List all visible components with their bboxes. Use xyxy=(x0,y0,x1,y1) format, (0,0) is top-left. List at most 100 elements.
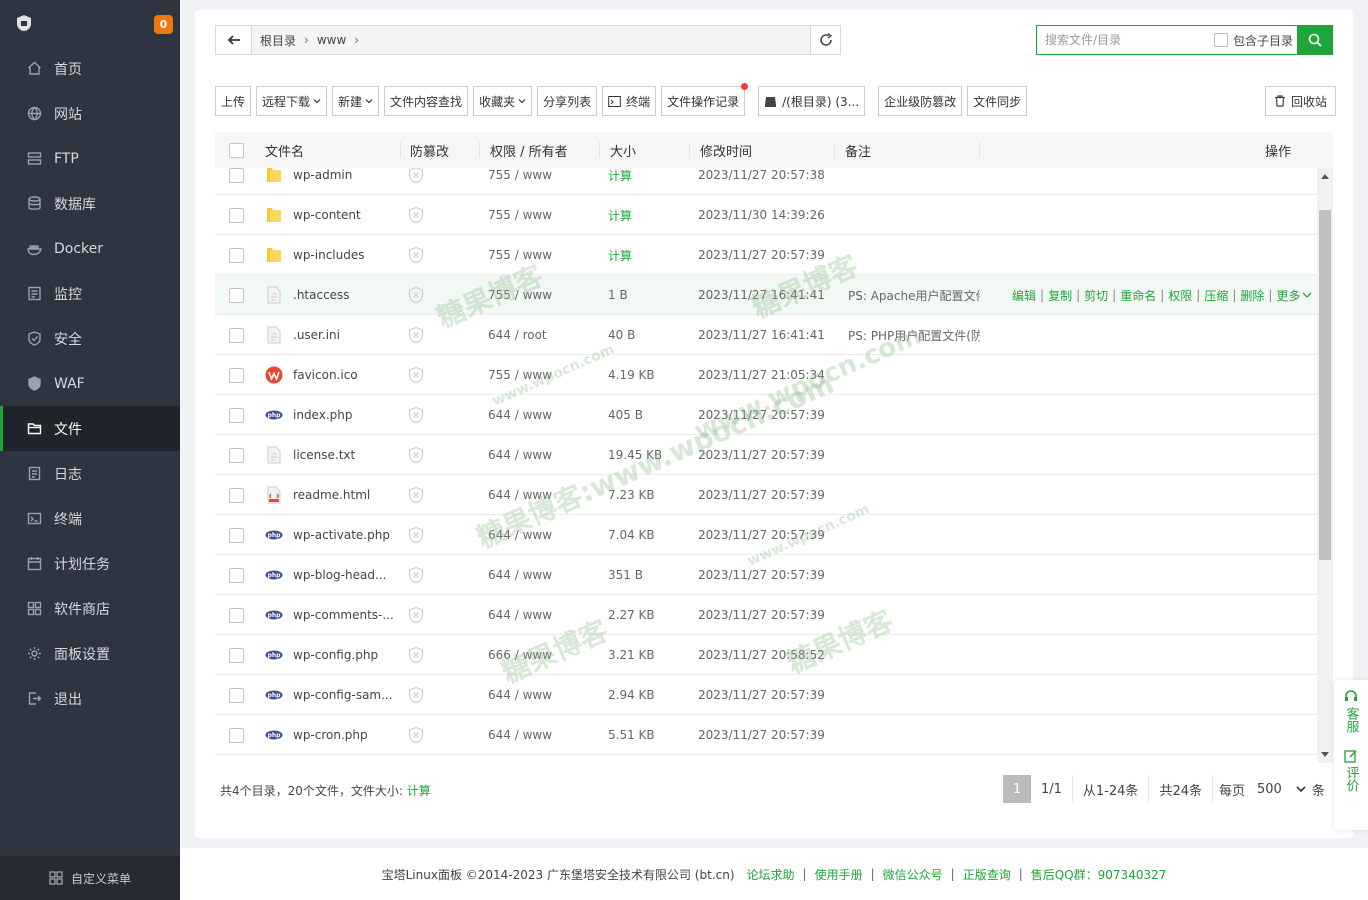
action-0[interactable]: 编辑 xyxy=(1012,287,1036,304)
row-checkbox[interactable] xyxy=(229,527,244,543)
share-list-button[interactable]: 分享列表 xyxy=(537,86,598,116)
permission-cell[interactable]: 755 / www xyxy=(488,275,552,315)
file-name-cell[interactable]: .user.ini xyxy=(265,315,405,355)
content-search-button[interactable]: 文件内容查找 xyxy=(384,86,469,116)
file-name[interactable]: wp-includes xyxy=(293,248,365,262)
table-row[interactable]: wp-admin 755 / www 计算 2023/11/27 20:57:38 xyxy=(215,168,1317,195)
row-checkbox[interactable] xyxy=(229,207,244,223)
file-name-cell[interactable]: php wp-cron.php xyxy=(265,715,405,755)
file-name-cell[interactable]: .htaccess xyxy=(265,275,405,315)
permission-cell[interactable]: 755 / www xyxy=(488,168,552,195)
note-cell[interactable] xyxy=(848,475,980,515)
permission-value[interactable]: 755 / www xyxy=(488,248,552,262)
file-name-cell[interactable]: php wp-config-sam... xyxy=(265,675,405,715)
note-cell[interactable]: PS: PHP用户配置文件(防 xyxy=(848,315,980,355)
sidebar-item-7[interactable]: WAF xyxy=(0,361,180,406)
select-all-checkbox[interactable] xyxy=(229,142,244,158)
file-name-cell[interactable]: php wp-blog-head... xyxy=(265,555,405,595)
tamper-shield-icon[interactable] xyxy=(407,486,425,504)
note-cell[interactable] xyxy=(848,595,980,635)
checkbox[interactable] xyxy=(1213,33,1228,47)
file-name[interactable]: wp-activate.php xyxy=(293,528,390,542)
file-name-cell[interactable]: wp-admin xyxy=(265,168,405,195)
row-checkbox[interactable] xyxy=(229,727,244,743)
note-cell[interactable] xyxy=(848,395,980,435)
size-cell[interactable]: 计算 xyxy=(608,168,632,195)
action-7[interactable]: 更多 xyxy=(1276,287,1300,304)
manual-link[interactable]: 使用手册 xyxy=(815,866,863,883)
note-value[interactable]: PS: PHP用户配置文件(防 xyxy=(848,327,980,344)
recycle-bin-button[interactable]: 回收站 xyxy=(1265,86,1337,116)
note-cell[interactable] xyxy=(848,555,980,595)
notification-badge[interactable]: 0 xyxy=(154,15,173,34)
row-checkbox[interactable] xyxy=(229,487,244,503)
tamper-shield-icon[interactable] xyxy=(407,168,425,184)
permission-cell[interactable]: 644 / www xyxy=(488,475,552,515)
row-checkbox[interactable] xyxy=(229,168,244,183)
note-cell[interactable] xyxy=(848,715,980,755)
tamper-shield-icon[interactable] xyxy=(407,726,425,744)
table-row[interactable]: wp-includes 755 / www 计算 2023/11/27 20:57:3… xyxy=(215,235,1317,275)
file-name[interactable]: index.php xyxy=(293,408,352,422)
tamper-shield-icon[interactable] xyxy=(407,646,425,664)
table-row[interactable]: wp-content 755 / www 计算 2023/11/30 14:39:26 xyxy=(215,195,1317,235)
note-cell[interactable] xyxy=(848,168,980,195)
row-checkbox[interactable] xyxy=(229,247,244,263)
back-button[interactable] xyxy=(216,26,252,54)
qq-group-link[interactable]: 售后QQ群：907340327 xyxy=(1031,866,1167,883)
file-name-cell[interactable]: favicon.ico xyxy=(265,355,405,395)
row-checkbox[interactable] xyxy=(229,567,244,583)
permission-cell[interactable]: 644 / www xyxy=(488,555,552,595)
scroll-up-icon[interactable] xyxy=(1321,174,1329,179)
tamper-shield-icon[interactable] xyxy=(407,526,425,544)
permission-cell[interactable]: 644 / www xyxy=(488,515,552,555)
row-checkbox[interactable] xyxy=(229,607,244,623)
file-name[interactable]: wp-cron.php xyxy=(293,728,368,742)
favorites-button[interactable]: 收藏夹 xyxy=(473,86,533,116)
header-permission[interactable]: 权限 / 所有者 xyxy=(490,132,600,168)
forum-link[interactable]: 论坛求助 xyxy=(747,866,795,883)
file-name-cell[interactable]: wp-content xyxy=(265,195,405,235)
note-cell[interactable] xyxy=(848,235,980,275)
file-sync-button[interactable]: 文件同步 xyxy=(967,86,1028,116)
wechat-link[interactable]: 微信公众号 xyxy=(883,866,943,883)
tamper-shield-icon[interactable] xyxy=(407,406,425,424)
tamper-shield-icon[interactable] xyxy=(407,366,425,384)
note-cell[interactable] xyxy=(848,635,980,675)
file-name-cell[interactable]: php wp-config.php xyxy=(265,635,405,675)
breadcrumb-root[interactable]: 根目录 xyxy=(260,32,296,49)
review-button[interactable]: 评价 xyxy=(1344,749,1359,792)
size-cell[interactable]: 计算 xyxy=(608,235,632,275)
page-current[interactable]: 1 xyxy=(1003,775,1031,803)
note-cell[interactable] xyxy=(848,355,980,395)
permission-cell[interactable]: 755 / www xyxy=(488,235,552,275)
file-name[interactable]: .user.ini xyxy=(293,328,340,342)
sidebar-item-10[interactable]: 终端 xyxy=(0,496,180,541)
file-name[interactable]: wp-content xyxy=(293,208,361,222)
sidebar-item-13[interactable]: 面板设置 xyxy=(0,631,180,676)
file-name[interactable]: wp-config.php xyxy=(293,648,378,662)
include-subdir-checkbox[interactable]: 包含子目录 xyxy=(1213,32,1293,49)
breadcrumb[interactable]: 根目录 › www › xyxy=(252,26,810,54)
size-cell[interactable]: 计算 xyxy=(608,195,632,235)
table-row[interactable]: license.txt 644 / www 19.45 KB 2023/11/27 2… xyxy=(215,435,1317,475)
tamper-shield-icon[interactable] xyxy=(407,446,425,464)
sidebar-item-9[interactable]: 日志 xyxy=(0,451,180,496)
row-checkbox[interactable] xyxy=(229,687,244,703)
file-name[interactable]: readme.html xyxy=(293,488,370,502)
tamper-shield-icon[interactable] xyxy=(407,686,425,704)
sidebar-item-0[interactable]: 首页 xyxy=(0,46,180,91)
file-name[interactable]: wp-comments-... xyxy=(293,608,394,622)
table-row[interactable]: php wp-config-sam... 644 / www 2.94 KB 2023/… xyxy=(215,675,1317,715)
sidebar-item-12[interactable]: 软件商店 xyxy=(0,586,180,631)
table-row[interactable]: php wp-activate.php 644 / www 7.04 KB 2023/1… xyxy=(215,515,1317,555)
disk-button[interactable]: /(根目录) (3... xyxy=(758,86,866,116)
permission-cell[interactable]: 755 / www xyxy=(488,195,552,235)
scrollbar-thumb[interactable] xyxy=(1319,210,1331,560)
permission-cell[interactable]: 644 / root xyxy=(488,315,547,355)
table-row[interactable]: php index.php 644 / www 405 B 2023/11/27 20:… xyxy=(215,395,1317,435)
permission-value[interactable]: 644 / root xyxy=(488,328,547,342)
action-2[interactable]: 剪切 xyxy=(1084,287,1108,304)
per-page-value[interactable]: 500 xyxy=(1253,782,1286,797)
table-row[interactable]: .user.ini 644 / root 40 B 2023/11/27 16:41:… xyxy=(215,315,1317,355)
